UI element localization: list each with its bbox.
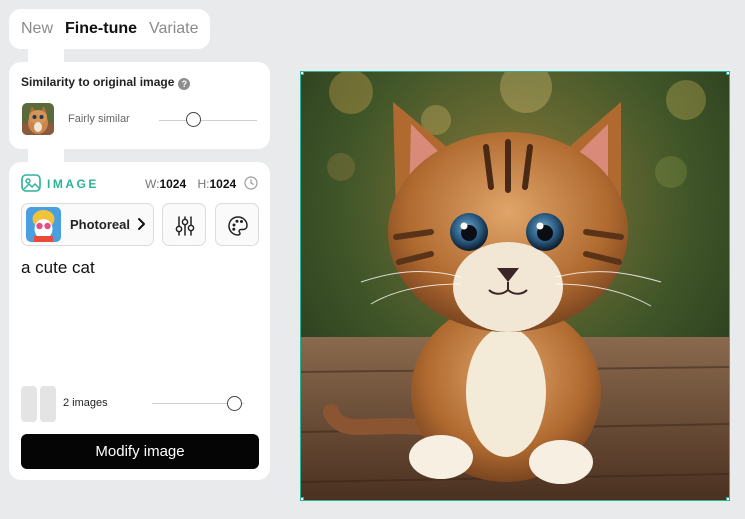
resize-handle-top-left[interactable] [301, 72, 304, 75]
sliders-icon [175, 216, 195, 236]
image-count-icon [21, 386, 57, 422]
style-preset-button[interactable]: Photoreal [21, 203, 154, 246]
panel-connector [28, 149, 64, 163]
tab-variate[interactable]: Variate [149, 20, 199, 38]
clock-icon[interactable] [244, 176, 258, 190]
tab-fine-tune[interactable]: Fine-tune [65, 20, 137, 38]
palette-icon [228, 216, 248, 236]
width-value: 1024 [159, 177, 187, 191]
prompt-input[interactable]: a cute cat [21, 258, 258, 374]
resize-handle-bottom-right[interactable] [726, 497, 729, 500]
similarity-slider-track[interactable] [159, 120, 257, 121]
similarity-title-text: Similarity to original image [21, 75, 175, 89]
style-preset-label: Photoreal [70, 217, 130, 232]
image-settings-panel: IMAGE W:1024 H:1024 Photoreal a cute cat… [9, 162, 270, 480]
similarity-title: Similarity to original image? [21, 75, 191, 90]
advanced-settings-button[interactable] [162, 203, 206, 246]
modify-image-button[interactable]: Modify image [21, 434, 259, 469]
mode-tabs: New Fine-tune Variate [9, 9, 210, 49]
original-image-thumbnail [22, 103, 54, 135]
resize-handle-bottom-left[interactable] [301, 497, 304, 500]
height-label: H: [197, 177, 210, 191]
resize-handle-top-right[interactable] [726, 72, 729, 75]
color-palette-button[interactable] [215, 203, 259, 246]
image-dimensions[interactable]: W:1024 H:1024 [145, 177, 236, 191]
chevron-right-icon [138, 218, 145, 230]
width-label: W: [145, 177, 160, 191]
height-value: 1024 [209, 177, 237, 191]
similarity-slider-thumb[interactable] [185, 112, 201, 127]
image-section-label: IMAGE [47, 177, 99, 191]
image-count-label: 2 images [63, 397, 108, 409]
help-icon[interactable]: ? [178, 78, 191, 90]
similarity-panel: Similarity to original image? Fairly sim… [9, 62, 270, 149]
panel-connector [28, 49, 64, 63]
similarity-level-label: Fairly similar [68, 113, 130, 125]
generated-cat-image [301, 72, 729, 500]
image-count-slider-thumb[interactable] [227, 396, 243, 411]
tab-new[interactable]: New [21, 20, 53, 38]
image-icon [21, 174, 41, 192]
style-preset-thumbnail [26, 207, 61, 242]
image-canvas[interactable] [300, 71, 730, 501]
